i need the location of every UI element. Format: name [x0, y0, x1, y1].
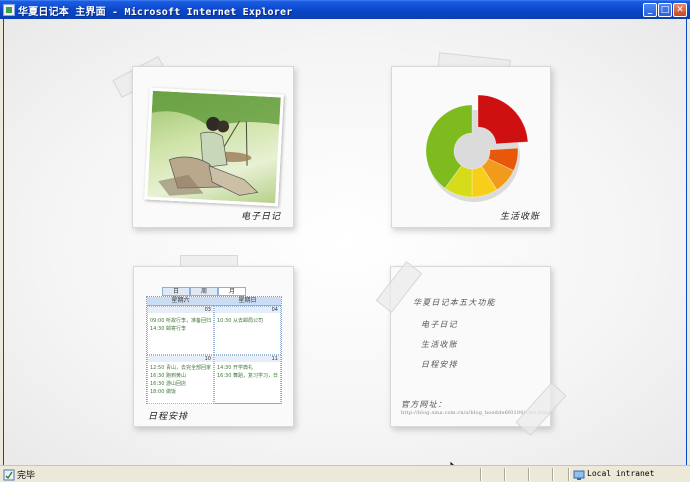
status-divider [480, 468, 482, 481]
calendar-grid: 星期六 星期日 03 09:00 听故行李，准备回归 14:30 邮寄行李 04… [146, 296, 282, 404]
calendar-day[interactable]: 11 14:30 开学典礼 16:30 舞蹈，复习学习，日 [214, 355, 281, 404]
minimize-button[interactable]: _ [643, 3, 657, 17]
calendar-day[interactable]: 10 12:50 青山，去完全部回家 16:30 跑到黄山 16:30 游山回店… [147, 355, 214, 404]
site-label: 官方网址： [401, 400, 447, 409]
page-done-icon [3, 469, 15, 481]
diary-label: 电子日记 [241, 212, 282, 222]
status-divider [568, 468, 570, 481]
about-card[interactable]: 华夏日记本五大功能 电子日记 生活收账 日程安排 官方网址： http://bl… [390, 266, 551, 427]
day-number: 03 [204, 307, 211, 313]
status-divider [528, 468, 530, 481]
main-content: 电子日记 生活收账 日 周 月 星期六 星期日 03 09:00 听故行李，准备… [3, 19, 687, 478]
status-text: 完毕 [17, 471, 36, 481]
feature-item[interactable]: 生活收账 [421, 339, 458, 350]
tab-month[interactable]: 月 [218, 287, 246, 296]
security-zone: Local intranet [587, 469, 655, 478]
title-bar[interactable]: 华夏日记本 主界面 - Microsoft Internet Explorer … [0, 0, 690, 19]
event-item[interactable]: 14:30 邮寄行李 [150, 325, 186, 332]
day-number: 04 [271, 307, 278, 313]
event-item[interactable]: 16:30 游山回店 [150, 380, 186, 387]
maximize-button[interactable]: □ [658, 3, 672, 17]
calendar-day[interactable]: 04 10:30 从去邮局公司 [214, 306, 281, 355]
event-item[interactable]: 14:30 开学典礼 [217, 364, 253, 371]
finance-donut-chart [425, 94, 529, 202]
intranet-zone-icon [573, 470, 585, 480]
feature-item[interactable]: 电子日记 [421, 319, 458, 330]
couple-photo [144, 87, 284, 207]
schedule-label: 日程安排 [148, 412, 189, 422]
ie-app-icon[interactable] [3, 4, 15, 16]
event-item[interactable]: 16:30 舞蹈，复习学习，日 [217, 372, 278, 379]
tab-week[interactable]: 周 [190, 287, 218, 296]
schedule-card[interactable]: 日 周 月 星期六 星期日 03 09:00 听故行李，准备回归 14:30 邮… [133, 266, 294, 427]
diary-card[interactable]: 电子日记 [132, 66, 294, 228]
calendar-day[interactable]: 03 09:00 听故行李，准备回归 14:30 邮寄行李 [147, 306, 214, 355]
event-item[interactable]: 09:00 听故行李，准备回归 [150, 317, 211, 324]
status-divider [552, 468, 554, 481]
close-button[interactable]: ✕ [673, 3, 687, 17]
status-divider [504, 468, 506, 481]
finance-label: 生活收账 [500, 212, 541, 222]
calendar-header: 星期日 [214, 297, 281, 306]
event-item[interactable]: 10:30 从去邮局公司 [217, 317, 263, 324]
feature-item[interactable]: 日程安排 [421, 359, 458, 370]
event-item[interactable]: 12:50 青山，去完全部回家 [150, 364, 211, 371]
tab-day[interactable]: 日 [162, 287, 190, 296]
features-heading: 华夏日记本五大功能 [413, 298, 496, 307]
calendar-header: 星期六 [147, 297, 214, 306]
calendar-view-tabs: 日 周 月 [146, 287, 282, 296]
window-title: 华夏日记本 主界面 - Microsoft Internet Explorer [18, 7, 293, 18]
day-number: 10 [204, 356, 211, 362]
day-number: 11 [271, 356, 278, 362]
finance-card[interactable]: 生活收账 [391, 66, 551, 228]
event-item[interactable]: 18:00 做饭 [150, 388, 176, 395]
event-item[interactable]: 16:30 跑到黄山 [150, 372, 186, 379]
status-bar: 完毕 Local intranet [0, 465, 690, 482]
